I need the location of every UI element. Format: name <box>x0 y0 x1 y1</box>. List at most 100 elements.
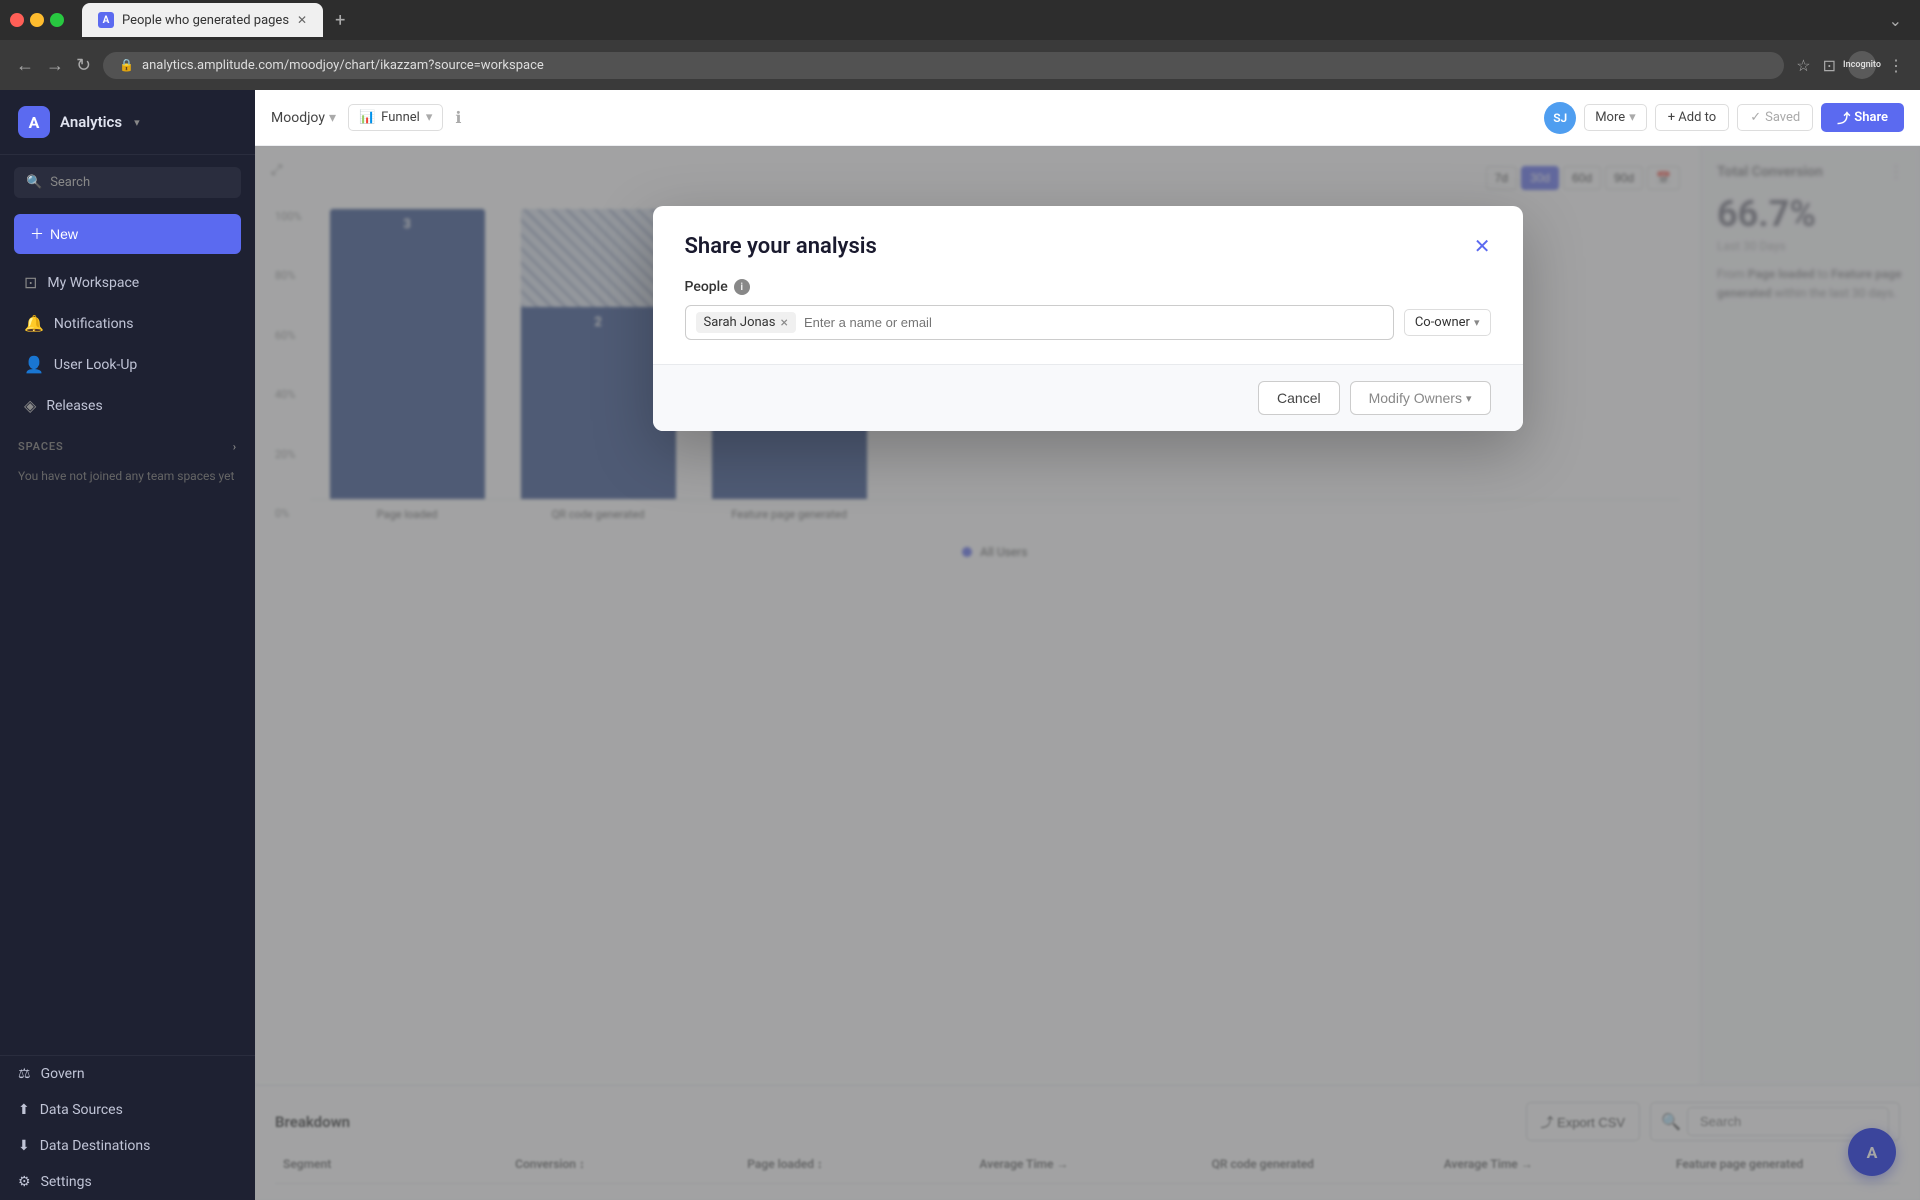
more-button[interactable]: More ▾ <box>1584 104 1646 131</box>
breadcrumb-moodjoy-label: Moodjoy <box>271 110 325 126</box>
modify-owners-label: Modify Owners <box>1369 390 1462 406</box>
address-text: analytics.amplitude.com/moodjoy/chart/ik… <box>142 58 544 73</box>
modal-title: Share your analysis <box>685 234 877 259</box>
app-name: Analytics <box>60 113 122 131</box>
back-button[interactable]: ← <box>16 55 34 76</box>
people-name-email-input[interactable] <box>804 315 1383 330</box>
role-chevron-icon: ▾ <box>1474 316 1480 329</box>
traffic-lights <box>10 13 64 27</box>
new-plus-icon: ＋ <box>30 224 44 244</box>
search-icon: 🔍 <box>26 175 42 190</box>
modal-header: Share your analysis ✕ <box>653 206 1523 279</box>
modal-overlay[interactable]: Share your analysis ✕ People i Sarah Jon… <box>255 146 1920 1200</box>
sidebar-item-govern[interactable]: ⚖ Govern <box>0 1056 255 1092</box>
sidebar-item-releases[interactable]: ◈ Releases <box>6 386 249 425</box>
settings-icon: ⚙ <box>18 1174 31 1190</box>
sidebar-item-data-destinations[interactable]: ⬇ Data Destinations <box>0 1128 255 1164</box>
data-destinations-icon: ⬇ <box>18 1138 30 1154</box>
reload-button[interactable]: ↻ <box>76 55 91 76</box>
modal-close-button[interactable]: ✕ <box>1474 237 1491 257</box>
tab-close-button[interactable]: ✕ <box>297 13 307 27</box>
extensions-icon[interactable]: ⊡ <box>1823 56 1836 75</box>
fullscreen-traffic-light[interactable] <box>50 13 64 27</box>
my-workspace-icon: ⊡ <box>24 273 37 292</box>
menu-icon[interactable]: ⋮ <box>1888 56 1904 75</box>
app-logo: A <box>18 106 50 138</box>
chart-type-chevron-icon: ▾ <box>426 110 433 125</box>
modify-owners-button[interactable]: Modify Owners ▾ <box>1350 381 1491 415</box>
active-tab[interactable]: A People who generated pages ✕ <box>82 3 323 37</box>
add-to-button[interactable]: + Add to <box>1655 104 1730 131</box>
notifications-label: Notifications <box>54 316 134 332</box>
spaces-section-label: SPACES › <box>0 426 255 459</box>
top-bar-right: SJ More ▾ + Add to ✓ Saved ⤴ Share <box>1544 102 1904 134</box>
user-lookup-label: User Look-Up <box>54 357 137 373</box>
sidebar-item-user-lookup[interactable]: 👤 User Look-Up <box>6 345 249 384</box>
share-button-label: Share <box>1854 110 1888 125</box>
more-chevron-icon: ▾ <box>1629 110 1636 125</box>
breadcrumb-chevron-icon: ▾ <box>329 110 336 126</box>
user-lookup-icon: 👤 <box>24 355 44 374</box>
settings-label: Settings <box>41 1174 92 1190</box>
nav-extras: ☆ ⊡ Incognito ⋮ <box>1796 51 1904 79</box>
funnel-chart-icon: 📊 <box>359 110 375 125</box>
releases-icon: ◈ <box>24 396 36 415</box>
sidebar-item-my-workspace[interactable]: ⊡ My Workspace <box>6 263 249 302</box>
modal-body: People i Sarah Jonas × <box>653 279 1523 364</box>
close-traffic-light[interactable] <box>10 13 24 27</box>
notifications-icon: 🔔 <box>24 314 44 333</box>
data-destinations-label: Data Destinations <box>40 1138 151 1154</box>
sidebar-item-data-sources[interactable]: ⬆ Data Sources <box>0 1092 255 1128</box>
app-layout: A Analytics ▾ 🔍 Search ＋ New ⊡ My Worksp… <box>0 90 1920 1200</box>
nav-bar: ← → ↻ 🔒 analytics.amplitude.com/moodjoy/… <box>0 40 1920 90</box>
tab-title: People who generated pages <box>122 13 289 28</box>
role-label: Co-owner <box>1415 315 1470 330</box>
saved-button[interactable]: ✓ Saved <box>1737 104 1813 131</box>
people-info-icon[interactable]: i <box>734 279 750 295</box>
share-button[interactable]: ⤴ Share <box>1821 103 1904 132</box>
tab-bar: A People who generated pages ✕ + ⌄ <box>0 0 1920 40</box>
data-sources-label: Data Sources <box>40 1102 123 1118</box>
modify-owners-chevron-icon: ▾ <box>1466 392 1472 405</box>
role-dropdown[interactable]: Co-owner ▾ <box>1404 309 1491 336</box>
spaces-chevron-icon[interactable]: › <box>233 440 237 453</box>
chart-type-selector[interactable]: 📊 Funnel ▾ <box>348 104 443 131</box>
sidebar-item-settings[interactable]: ⚙ Settings <box>0 1164 255 1200</box>
new-button[interactable]: ＋ New <box>14 214 241 254</box>
incognito-avatar[interactable]: Incognito <box>1848 51 1876 79</box>
people-label-text: People <box>685 279 728 295</box>
tag-remove-button[interactable]: × <box>780 316 787 330</box>
breadcrumb-moodjoy[interactable]: Moodjoy ▾ <box>271 110 336 126</box>
user-avatar: SJ <box>1544 102 1576 134</box>
checkmark-icon: ✓ <box>1750 110 1761 125</box>
top-bar: Moodjoy ▾ 📊 Funnel ▾ ℹ SJ More ▾ + Add t… <box>255 90 1920 146</box>
browser-chrome: A People who generated pages ✕ + ⌄ ← → ↻… <box>0 0 1920 90</box>
spaces-empty-message: You have not joined any team spaces yet <box>0 459 255 493</box>
search-bar[interactable]: 🔍 Search <box>14 167 241 198</box>
new-button-label: New <box>50 226 78 242</box>
search-label: Search <box>50 175 90 190</box>
incognito-label: Incognito <box>1843 60 1881 70</box>
lock-icon: 🔒 <box>119 58 134 72</box>
sidebar-bottom: ⚖ Govern ⬆ Data Sources ⬇ Data Destinati… <box>0 1055 255 1200</box>
govern-icon: ⚖ <box>18 1066 31 1082</box>
sidebar-item-notifications[interactable]: 🔔 Notifications <box>6 304 249 343</box>
people-input-row[interactable]: Sarah Jonas × <box>685 305 1394 340</box>
share-icon: ⤴ <box>1837 108 1850 127</box>
info-icon[interactable]: ℹ <box>455 108 461 127</box>
forward-button[interactable]: → <box>46 55 64 76</box>
govern-label: Govern <box>41 1066 85 1082</box>
share-modal: Share your analysis ✕ People i Sarah Jon… <box>653 206 1523 431</box>
people-label: People i <box>685 279 1491 295</box>
person-tag: Sarah Jonas × <box>696 312 796 333</box>
cancel-button[interactable]: Cancel <box>1258 381 1340 415</box>
address-bar[interactable]: 🔒 analytics.amplitude.com/moodjoy/chart/… <box>103 52 1784 79</box>
bookmark-icon[interactable]: ☆ <box>1796 56 1810 75</box>
person-tag-name: Sarah Jonas <box>704 315 776 330</box>
new-tab-button[interactable]: + <box>335 10 345 31</box>
releases-label: Releases <box>46 398 102 414</box>
people-input-area: Sarah Jonas × Co-owner ▾ <box>685 305 1491 340</box>
data-sources-icon: ⬆ <box>18 1102 30 1118</box>
minimize-traffic-light[interactable] <box>30 13 44 27</box>
saved-button-label: Saved <box>1765 110 1800 125</box>
